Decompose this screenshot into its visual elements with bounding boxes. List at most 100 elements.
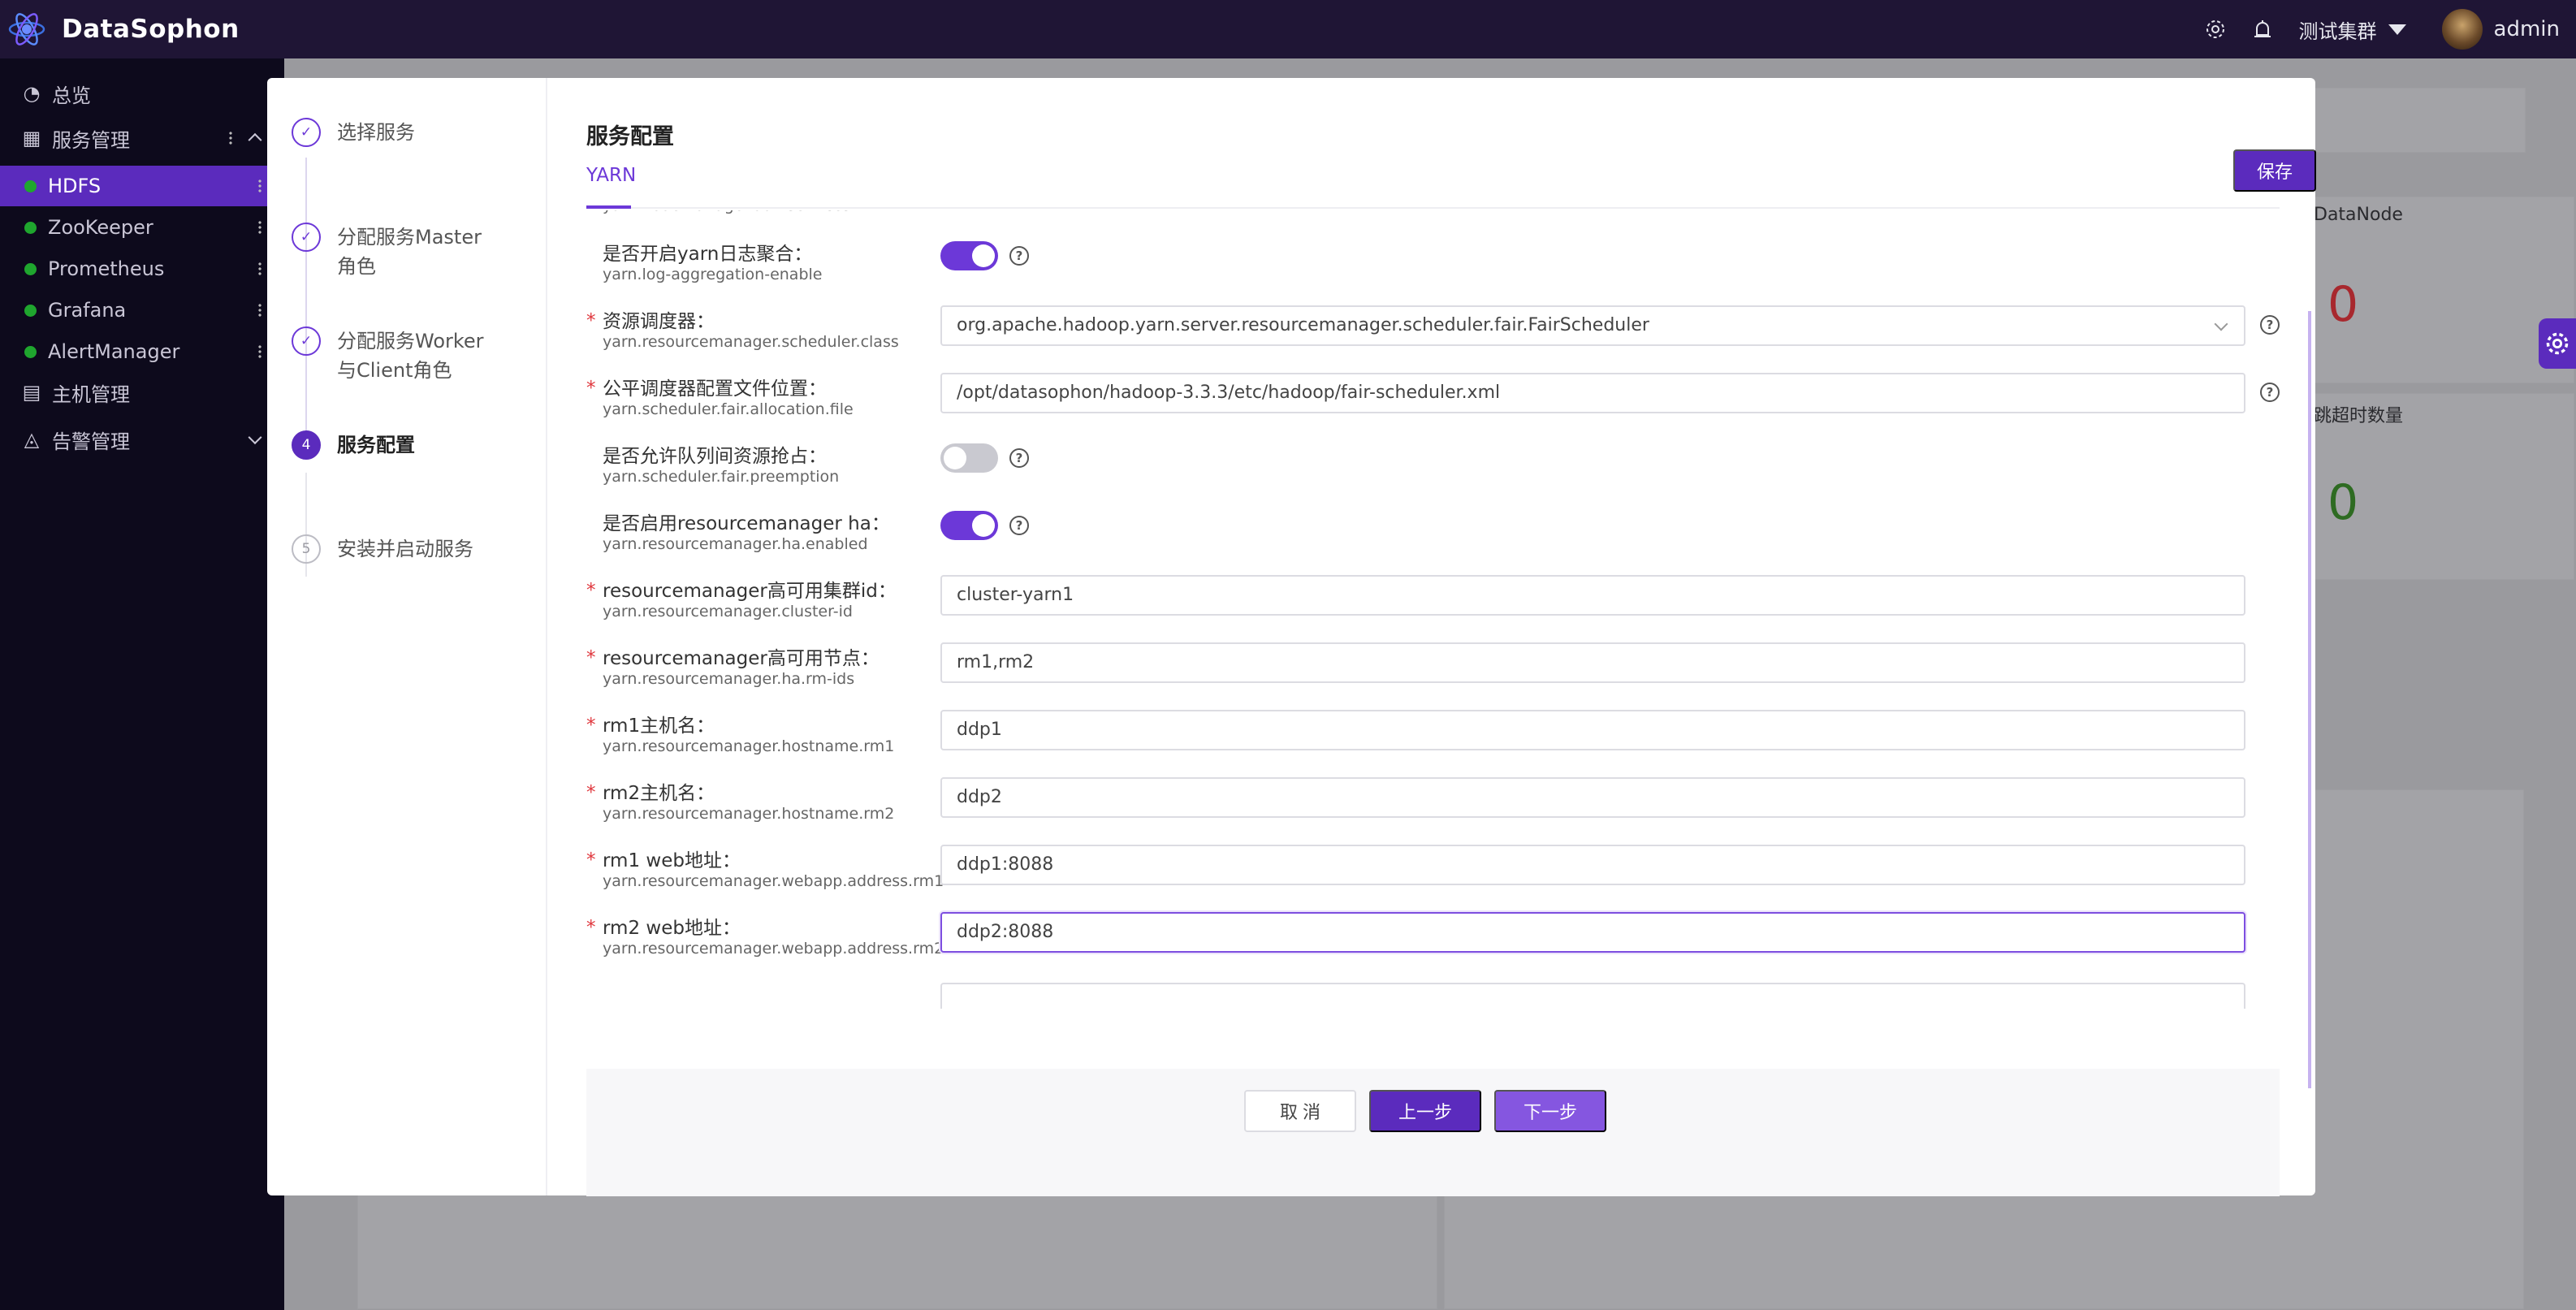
step-label: 分配服务Master角色 bbox=[337, 226, 482, 278]
config-content: 服务配置 YARN 保存 yarn.nodemanager.aux-servic… bbox=[586, 78, 2316, 1195]
scheduler-select[interactable]: org.apache.hadoop.yarn.server.resourcema… bbox=[940, 305, 2245, 346]
sidebar-item-label: AlertManager bbox=[48, 340, 180, 363]
logo[interactable]: DataSophon bbox=[6, 9, 240, 50]
toggle-switch[interactable] bbox=[940, 241, 998, 270]
scrollbar[interactable] bbox=[2308, 311, 2311, 1088]
sidebar-item-label: HDFS bbox=[48, 175, 102, 197]
toggle-switch[interactable] bbox=[940, 511, 998, 540]
step-assign-master[interactable]: ✓ 分配服务Master角色 bbox=[292, 223, 499, 281]
sidebar-item-overview[interactable]: ◔ 总览 bbox=[0, 73, 284, 114]
required-mark: * bbox=[586, 917, 596, 938]
chevron-down-icon bbox=[248, 430, 262, 445]
tab-active-indicator bbox=[586, 205, 631, 209]
config-label: 资源调度器： bbox=[603, 311, 715, 332]
cluster-selector[interactable]: 测试集群 bbox=[2299, 15, 2406, 44]
more-icon[interactable] bbox=[258, 179, 261, 193]
config-label: rm1 web地址： bbox=[603, 850, 741, 871]
tab-yarn[interactable]: YARN bbox=[586, 165, 636, 186]
sidebar: ◔ 总览 ▦ 服务管理 HDFS ZooKeeper Prometheus Gr… bbox=[0, 58, 284, 1310]
cancel-button[interactable]: 取 消 bbox=[1244, 1090, 1356, 1132]
gear-icon[interactable] bbox=[2203, 17, 2228, 41]
more-icon[interactable] bbox=[229, 131, 232, 145]
config-input[interactable]: ddp2 bbox=[940, 777, 2245, 818]
previous-button[interactable]: 上一步 bbox=[1369, 1090, 1481, 1132]
more-icon[interactable] bbox=[258, 303, 261, 318]
help-icon[interactable]: ? bbox=[2260, 315, 2280, 335]
step-assign-worker[interactable]: ✓ 分配服务Worker与Client角色 bbox=[292, 326, 499, 385]
config-key: yarn.resourcemanager.scheduler.class bbox=[603, 333, 899, 351]
next-button[interactable]: 下一步 bbox=[1494, 1090, 1606, 1132]
config-row: 是否启用resourcemanager ha： yarn.resourceman… bbox=[586, 501, 2280, 569]
sidebar-item-prometheus[interactable]: Prometheus bbox=[0, 249, 284, 289]
config-input[interactable]: rm1,rm2 bbox=[940, 642, 2245, 683]
sidebar-item-host-management[interactable]: ▤ 主机管理 bbox=[0, 372, 284, 413]
config-row: * resourcemanager高可用节点： yarn.resourceman… bbox=[586, 636, 2280, 703]
help-icon[interactable]: ? bbox=[1009, 516, 1029, 535]
help-icon[interactable]: ? bbox=[1009, 246, 1029, 266]
toggle-knob bbox=[972, 244, 995, 267]
config-label: 公平调度器配置文件位置： bbox=[603, 378, 827, 400]
config-label: 是否允许队列间资源抢占： bbox=[603, 446, 827, 467]
sidebar-item-zookeeper[interactable]: ZooKeeper bbox=[0, 207, 284, 248]
config-key: yarn.nodemanager.aux-services bbox=[603, 210, 850, 214]
step-number: 4 bbox=[292, 430, 321, 460]
config-key: yarn.resourcemanager.hostname.rm2 bbox=[603, 805, 895, 823]
step-service-config[interactable]: 4 服务配置 bbox=[292, 430, 499, 460]
step-install-start[interactable]: 5 安装并启动服务 bbox=[292, 534, 499, 564]
config-input[interactable]: cluster-yarn1 bbox=[940, 575, 2245, 616]
config-input[interactable]: /opt/datasophon/hadoop-3.3.3/etc/hadoop/… bbox=[940, 373, 2245, 413]
step-label: 选择服务 bbox=[337, 121, 415, 144]
config-key: yarn.log-aggregation-enable bbox=[603, 266, 823, 283]
config-row: * rm1 web地址： yarn.resourcemanager.webapp… bbox=[586, 838, 2280, 906]
username[interactable]: admin bbox=[2494, 17, 2560, 41]
server-icon: ▤ bbox=[22, 381, 41, 404]
sidebar-item-grafana[interactable]: Grafana bbox=[0, 290, 284, 331]
required-mark: * bbox=[586, 310, 596, 331]
config-row: * 公平调度器配置文件位置： yarn.scheduler.fair.alloc… bbox=[586, 366, 2280, 434]
config-label: 是否开启yarn日志聚合： bbox=[603, 244, 813, 265]
sidebar-item-label: 主机管理 bbox=[52, 383, 130, 406]
config-label: rm2主机名： bbox=[603, 783, 715, 804]
step-select-service[interactable]: ✓ 选择服务 bbox=[292, 118, 499, 147]
save-button[interactable]: 保存 bbox=[2233, 149, 2316, 192]
config-form: yarn.nodemanager.aux-services 是否开启yarn日志… bbox=[586, 210, 2280, 1009]
chevron-down-icon bbox=[2214, 317, 2228, 331]
page-title: 服务配置 bbox=[586, 124, 674, 149]
toggle-switch[interactable] bbox=[940, 443, 998, 473]
status-dot bbox=[24, 304, 37, 317]
config-key: yarn.resourcemanager.ha.rm-ids bbox=[603, 670, 855, 688]
settings-drawer-tab[interactable] bbox=[2539, 318, 2576, 369]
config-label: rm2 web地址： bbox=[603, 918, 741, 939]
required-mark: * bbox=[586, 647, 596, 668]
required-mark: * bbox=[586, 715, 596, 736]
more-icon[interactable] bbox=[258, 344, 261, 359]
config-input[interactable]: ddp1 bbox=[940, 710, 2245, 750]
config-label: resourcemanager高可用集群id： bbox=[603, 581, 897, 602]
more-icon[interactable] bbox=[258, 220, 261, 235]
required-mark: * bbox=[586, 580, 596, 601]
datanode-label: DataNode bbox=[2314, 205, 2403, 225]
config-label: resourcemanager高可用节点： bbox=[603, 648, 880, 669]
sidebar-item-label: 总览 bbox=[52, 84, 91, 107]
config-input[interactable]: ddp2:8088 bbox=[940, 912, 2245, 953]
config-input[interactable] bbox=[940, 983, 2245, 1009]
help-icon[interactable]: ? bbox=[2260, 383, 2280, 402]
tab-divider bbox=[586, 207, 2280, 209]
toggle-knob bbox=[944, 447, 966, 469]
sidebar-item-alert-management[interactable]: ◬ 告警管理 bbox=[0, 419, 284, 460]
avatar[interactable] bbox=[2441, 9, 2483, 50]
sidebar-item-hdfs[interactable]: HDFS bbox=[0, 166, 284, 206]
sidebar-item-service-management[interactable]: ▦ 服务管理 bbox=[0, 117, 284, 159]
help-icon[interactable]: ? bbox=[1009, 448, 1029, 468]
config-input[interactable]: ddp1:8088 bbox=[940, 845, 2245, 885]
config-row bbox=[586, 973, 2280, 1009]
config-row: * resourcemanager高可用集群id： yarn.resourcem… bbox=[586, 569, 2280, 636]
config-key: yarn.resourcemanager.hostname.rm1 bbox=[603, 737, 895, 755]
sidebar-item-label: ZooKeeper bbox=[48, 216, 153, 239]
more-icon[interactable] bbox=[258, 262, 261, 276]
alarm-icon[interactable] bbox=[2250, 17, 2275, 41]
status-dot bbox=[24, 179, 37, 192]
sidebar-item-label: Grafana bbox=[48, 299, 127, 322]
sidebar-item-alertmanager[interactable]: AlertManager bbox=[0, 331, 284, 372]
app-title: DataSophon bbox=[62, 15, 240, 44]
